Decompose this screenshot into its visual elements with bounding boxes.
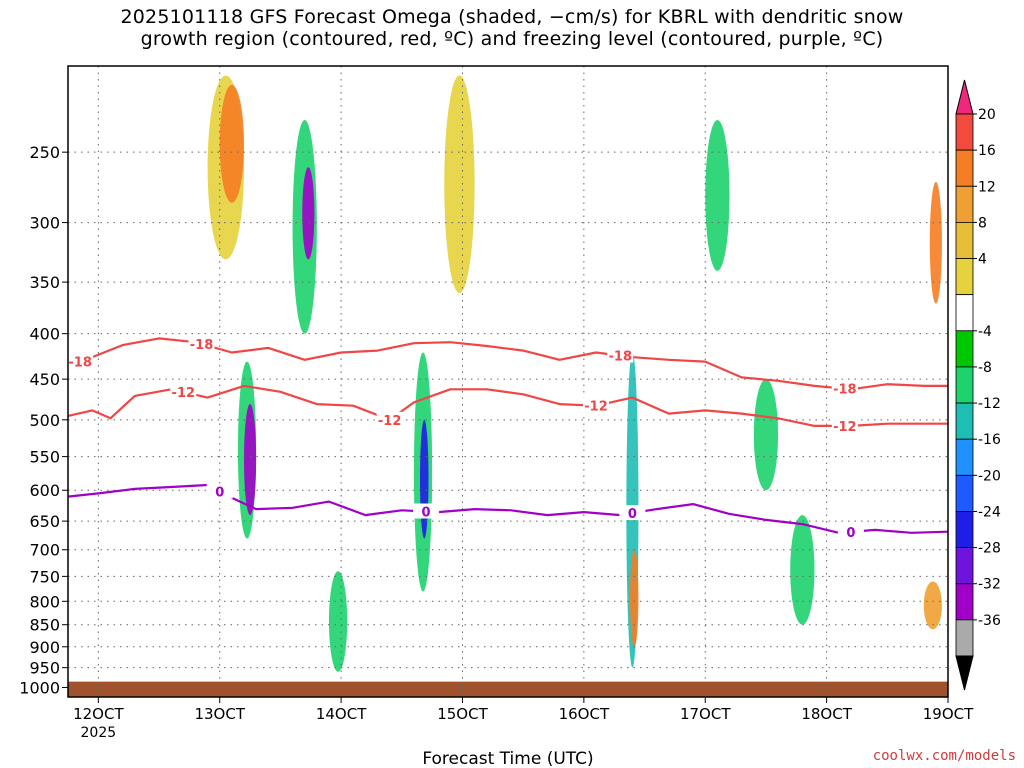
contour-label-0-2: -18 xyxy=(609,350,633,365)
y-tick-label-700: 700 xyxy=(29,541,60,560)
colorbar-label-0: 20 xyxy=(978,107,996,123)
contour-label-2-0: 0 xyxy=(215,486,224,501)
y-tick-label-550: 550 xyxy=(29,448,60,467)
omega-region-3 xyxy=(244,404,257,516)
y-tick-label-950: 950 xyxy=(29,659,60,678)
colorbar-swatch-6 xyxy=(955,330,974,368)
x-tick-label-2: 14OCT xyxy=(316,705,367,723)
omega-region-12 xyxy=(705,119,730,271)
y-tick-label-650: 650 xyxy=(29,512,60,531)
colorbar-label-3: 8 xyxy=(978,215,987,231)
omega-region-1 xyxy=(219,84,245,203)
colorbar-swatch-14 xyxy=(955,619,974,657)
x-tick-label-5: 17OCT xyxy=(680,705,731,723)
contour-label-1-1: -12 xyxy=(378,414,402,429)
colorbar-label-11: -28 xyxy=(978,541,1001,557)
credit-text: coolwx.com/models xyxy=(872,748,1016,764)
grid-lines xyxy=(68,66,949,697)
x-tick-label-6: 18OCT xyxy=(801,705,852,723)
y-tick-label-900: 900 xyxy=(29,638,60,657)
colorbar-swatch-5 xyxy=(955,294,974,332)
colorbar-label-10: -24 xyxy=(978,504,1001,520)
contour-label-1-0: -12 xyxy=(172,386,196,401)
contour-label-2-3: 0 xyxy=(846,526,855,541)
y-tick-label-850: 850 xyxy=(29,616,60,635)
contour-label-0-0: -18 xyxy=(68,356,92,371)
y-tick-label-250: 250 xyxy=(29,143,60,162)
colorbar-swatch-4 xyxy=(955,258,974,296)
x-tick-label-3: 15OCT xyxy=(437,705,488,723)
colorbar-label-4: 4 xyxy=(978,252,987,268)
y-tick-label-600: 600 xyxy=(29,481,60,500)
omega-region-15 xyxy=(929,181,942,304)
colorbar-label-7: -12 xyxy=(978,396,1001,412)
colorbar-swatch-12 xyxy=(955,547,974,585)
y-axis: 250 300 350 400 450 500 550 600 650 700 750 800 850 9… xyxy=(19,143,68,697)
colorbar-label-9: -20 xyxy=(978,468,1001,484)
y-tick-label-1000: 1000 xyxy=(19,678,60,697)
y-tick-label-750: 750 xyxy=(29,567,60,586)
contour-label-2-1: 0 xyxy=(422,505,431,520)
contour-line-2 xyxy=(67,483,949,534)
y-tick-label-450: 450 xyxy=(29,370,60,389)
x-tick-label-4: 16OCT xyxy=(559,705,610,723)
plot-frame xyxy=(67,65,949,698)
colorbar: 20 16 12 8 4 -4 -8 -12 -16 -20 -24 -28 -32 -36 xyxy=(955,79,1001,691)
y-tick-label-350: 350 xyxy=(29,273,60,292)
x-year-label: 2025 xyxy=(81,725,117,741)
contour-lines: -18 -18 -18 -18 -12 -12 -12 -12 0 0 0 0 xyxy=(67,335,949,541)
y-tick-label-800: 800 xyxy=(29,592,60,611)
ground-surface xyxy=(68,681,948,697)
colorbar-label-6: -8 xyxy=(978,360,992,376)
colorbar-swatch-0 xyxy=(955,113,974,151)
y-tick-label-300: 300 xyxy=(29,214,60,233)
y-tick-label-500: 500 xyxy=(29,411,60,430)
colorbar-label-8: -16 xyxy=(978,432,1001,448)
colorbar-bottom-arrow xyxy=(955,655,974,691)
omega-region-14 xyxy=(790,515,815,625)
omega-region-9 xyxy=(444,75,475,293)
colorbar-swatch-1 xyxy=(955,149,974,187)
colorbar-top-arrow xyxy=(955,79,974,115)
x-axis: 12OCT 13OCT 14OCT 15OCT 16OCT 17OCT 18OCT 19OCT xyxy=(73,697,974,723)
colorbar-swatch-13 xyxy=(955,583,974,621)
omega-region-11 xyxy=(629,549,639,647)
omega-region-13 xyxy=(753,379,779,491)
contour-label-2-2: 0 xyxy=(628,507,637,522)
ground-layer xyxy=(68,681,948,697)
omega-region-5 xyxy=(302,167,315,260)
colorbar-swatch-8 xyxy=(955,402,974,440)
x-tick-label-1: 13OCT xyxy=(194,705,245,723)
colorbar-swatch-11 xyxy=(955,511,974,549)
colorbar-label-12: -32 xyxy=(978,577,1001,593)
omega-region-6 xyxy=(328,571,348,672)
colorbar-label-5: -4 xyxy=(978,324,992,340)
colorbar-swatch-9 xyxy=(955,438,974,476)
contour-label-0-1: -18 xyxy=(190,338,214,353)
x-tick-label-0: 12OCT xyxy=(73,705,124,723)
colorbar-label-2: 12 xyxy=(978,179,996,195)
y-tick-label-400: 400 xyxy=(29,325,60,344)
colorbar-swatch-7 xyxy=(955,366,974,404)
colorbar-swatch-2 xyxy=(955,185,974,223)
contour-label-1-3: -12 xyxy=(833,420,857,435)
contour-label-1-2: -12 xyxy=(584,400,608,415)
chart-svg: -18 -18 -18 -18 -12 -12 -12 -12 0 0 0 0 250 300 350 40… xyxy=(19,65,1001,768)
colorbar-label-1: 16 xyxy=(978,143,996,159)
colorbar-label-13: -36 xyxy=(978,613,1001,629)
omega-region-16 xyxy=(923,581,942,630)
colorbar-swatch-3 xyxy=(955,221,974,259)
omega-region-8 xyxy=(420,419,429,539)
x-tick-label-7: 19OCT xyxy=(923,705,974,723)
x-axis-title: Forecast Time (UTC) xyxy=(422,749,593,768)
contour-label-0-3: -18 xyxy=(833,383,857,398)
colorbar-swatch-10 xyxy=(955,474,974,512)
omega-shading xyxy=(207,75,942,672)
